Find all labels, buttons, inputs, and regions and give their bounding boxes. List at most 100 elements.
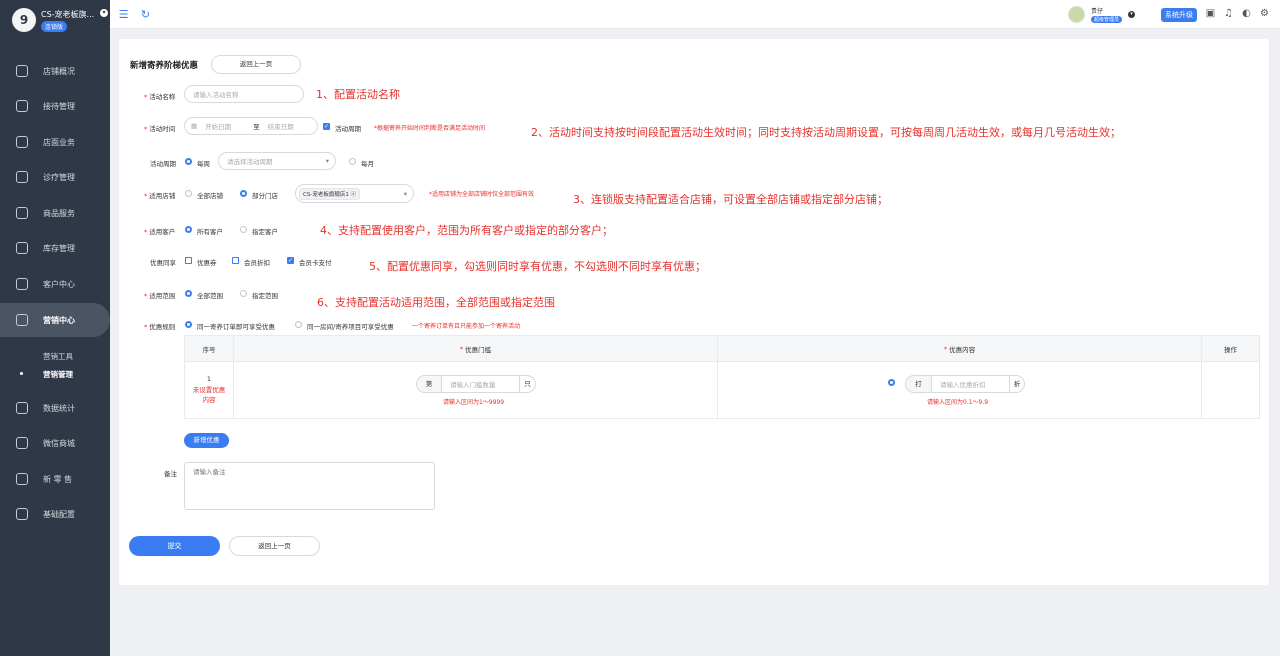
period-placeholder: 请选择活动周期 [227,158,273,166]
logo: 9 [12,8,36,32]
all-scope-label: 全部范围 [197,292,223,300]
sidebar-item-goods[interactable]: 商品服务 [0,198,110,228]
end-date: 结束日期 [267,123,294,131]
bell-icon[interactable]: ♫ [1223,8,1234,19]
row-status: 未设置优惠内容 [192,386,226,404]
threshold-input[interactable]: 请输入门槛数量 [441,375,520,393]
store-name: CS-宠老板旗... [41,10,95,19]
scope-label: * 适用范围 [144,292,176,300]
store-select[interactable]: CS-宠老板旗舰店1 ⓧ ▾ [295,184,414,203]
all-stores-radio[interactable] [185,190,192,197]
wechat-icon [16,437,28,449]
sidebar-item-label: 新 零 售 [43,475,73,484]
remark-label: 备注 [164,470,177,478]
discount-unit: 折 [1009,375,1025,393]
weekly-label: 每周 [197,160,210,168]
some-customers-label: 指定客户 [252,228,278,236]
cycle-checkbox[interactable]: ✓ [323,123,330,130]
discount-table: 序号 * 优惠门槛 * 优惠内容 操作 1 未设置优惠内容 第 请输入门槛数量 只 … [184,335,1260,419]
weekly-radio[interactable] [185,158,192,165]
sidebar-item-label: 店面业务 [43,138,75,147]
discount-radio[interactable] [888,379,895,386]
chevron-down-icon[interactable]: ▾ [100,9,108,17]
sidebar-item-label: 微信商城 [43,439,75,448]
period-select[interactable]: 请选择活动周期 ▾ [218,152,336,170]
some-stores-label: 部分门店 [252,192,278,200]
gear-icon[interactable]: ⚙ [1259,8,1270,19]
share-coupon-label: 优惠券 [197,259,217,267]
menu-icon[interactable]: ☰ [118,9,129,20]
column-header-threshold: * 优惠门槛 [234,336,718,362]
sidebar-item-label: 店铺概况 [43,67,75,76]
rule-b-radio[interactable] [295,321,302,328]
remark-textarea[interactable] [184,462,435,510]
sidebar-item-marketing[interactable]: 营销中心 [0,303,110,337]
share-card-label: 会员卡支付 [299,259,332,267]
submit-button[interactable]: 提交 [129,536,220,556]
sidebar-item-overview[interactable]: 店铺概况 [0,56,110,86]
inventory-icon [16,242,28,254]
discount-prefix: 打 [905,375,932,393]
avatar[interactable] [1068,6,1085,23]
rule-label: * 优惠规则 [144,323,176,331]
share-card-checkbox[interactable]: ✓ [287,257,294,264]
rule-a-radio[interactable] [185,321,192,328]
discount-input[interactable]: 请输入优惠折扣 [931,375,1010,393]
edition-badge: 连锁版 [41,21,68,32]
note-6: 6、支持配置活动适用范围，全部范围或指定范围 [317,296,555,309]
sidebar-item-label: 客户中心 [43,280,75,289]
share-member-checkbox[interactable] [232,257,239,264]
sidebar-item-settings[interactable]: 基础配置 [0,499,110,529]
row-index: 1 [206,375,212,383]
content-cell: 打 请输入优惠折扣 折 请输入区间为0.1～9.9 [718,362,1202,419]
sidebar-sub-manage[interactable]: 营销管理 [43,369,73,380]
cycle-checkbox-label: 活动周期 [335,125,361,133]
sidebar-item-customer[interactable]: 客户中心 [0,269,110,299]
sidebar-item-inventory[interactable]: 库存管理 [0,233,110,263]
sidebar-item-reception[interactable]: 接待管理 [0,91,110,121]
monthly-radio[interactable] [349,158,356,165]
calendar-icon: ▦ [191,122,198,130]
refresh-icon[interactable]: ↻ [140,9,151,20]
date-separator: 至 [253,123,260,131]
calendar-icon[interactable]: ▣ [1205,8,1216,19]
upgrade-button[interactable]: 系统升级 [1161,8,1197,22]
name-input[interactable]: 请输入活动名称 [184,85,304,103]
headset-icon[interactable]: ◐ [1241,8,1252,19]
close-icon[interactable]: ⓧ [351,192,357,198]
column-header-action: 操作 [1202,336,1259,362]
sidebar-item-label: 接待管理 [43,102,75,111]
marketing-icon [16,314,28,326]
date-range-input[interactable]: ▦ 开始日期 至 结束日期 [184,117,318,135]
share-coupon-checkbox[interactable] [185,257,192,264]
all-customers-radio[interactable] [185,226,192,233]
settings-icon [16,508,28,520]
sidebar-sub-tools[interactable]: 营销工具 [43,351,73,362]
some-customers-radio[interactable] [240,226,247,233]
sidebar-item-label: 诊疗管理 [43,173,75,182]
chevron-down-icon: ▾ [403,189,407,198]
monthly-label: 每月 [361,160,374,168]
table-row: 1 未设置优惠内容 [185,362,234,419]
add-discount-button[interactable]: 新增优惠 [184,433,229,448]
rule-b-label: 同一房间/寄养项目可享受优惠 [307,323,394,331]
goods-icon [16,207,28,219]
sidebar-item-retail[interactable]: 新 零 售 [0,464,110,494]
column-header-index: 序号 [185,336,234,362]
note-3: 3、连锁版支持配置适合店铺，可设置全部店铺或指定部分店铺； [573,193,888,206]
some-stores-radio[interactable] [240,190,247,197]
back-button-bottom[interactable]: 返回上一页 [229,536,320,556]
sidebar-item-shop[interactable]: 店面业务 [0,127,110,157]
some-scope-radio[interactable] [240,290,247,297]
all-scope-radio[interactable] [185,290,192,297]
sidebar-item-stats[interactable]: 数据统计 [0,393,110,423]
sidebar-item-medical[interactable]: 诊疗管理 [0,162,110,192]
brand[interactable]: 9 CS-宠老板旗... ▾ 连锁版 [12,6,108,34]
sidebar-item-label: 营销中心 [43,316,75,325]
note-5: 5、配置优惠同享，勾选则同时享有优惠，不勾选则不同时享有优惠； [369,260,706,273]
sidebar-item-label: 基础配置 [43,510,75,519]
threshold-unit: 只 [519,375,536,393]
sidebar-item-wechat[interactable]: 微信商城 [0,428,110,458]
back-button-top[interactable]: 返回上一页 [211,55,301,74]
chevron-down-icon[interactable]: ▾ [1128,11,1135,18]
